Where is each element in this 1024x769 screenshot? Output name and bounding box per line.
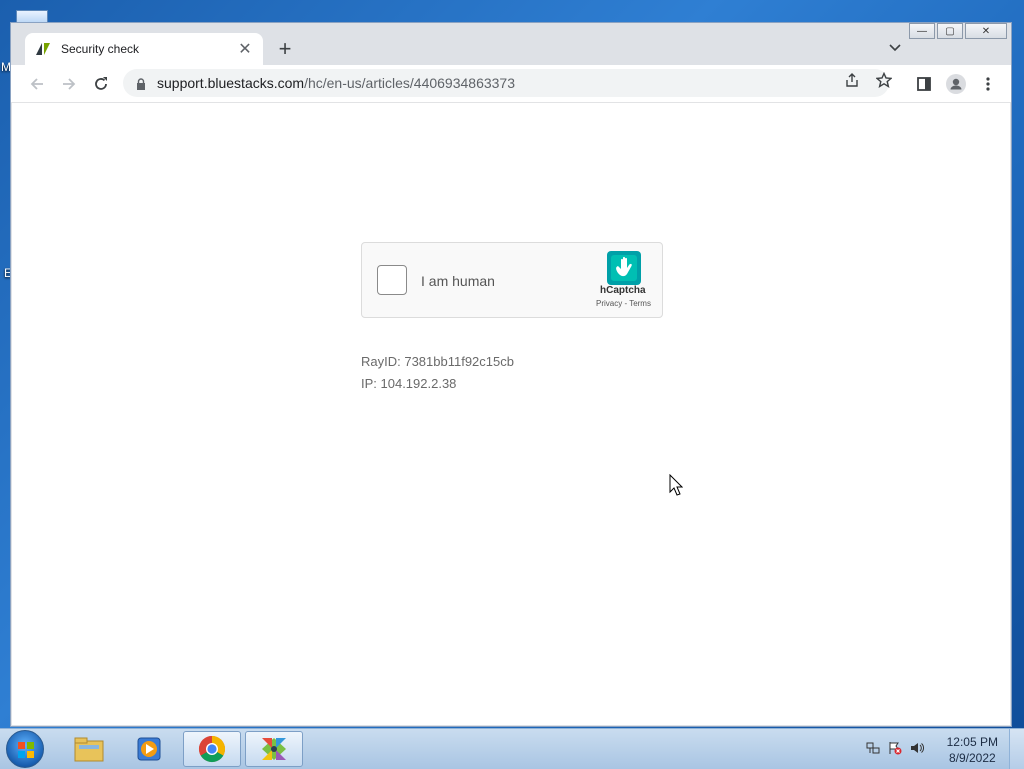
hcaptcha-widget: I am human hCaptcha Privacy - Terms bbox=[361, 242, 663, 318]
address-bar[interactable]: support.bluestacks.com/hc/en-us/articles… bbox=[123, 69, 889, 97]
action-center-flag-icon[interactable] bbox=[888, 741, 902, 755]
share-icon[interactable] bbox=[843, 71, 861, 89]
profile-icon[interactable] bbox=[945, 73, 967, 95]
browser-window: — ▢ ✕ Security check ✕ + support.bluesta… bbox=[10, 22, 1012, 727]
lock-icon[interactable] bbox=[135, 77, 147, 90]
tab-strip: Security check ✕ + bbox=[11, 23, 1011, 65]
captcha-checkbox[interactable] bbox=[377, 265, 407, 295]
volume-icon[interactable] bbox=[910, 741, 924, 755]
mouse-pointer-icon bbox=[669, 473, 684, 501]
network-icon[interactable] bbox=[866, 741, 880, 755]
ray-id: RayID: 7381bb11f92c15cb bbox=[361, 354, 514, 369]
tab-search-chevron-down-icon[interactable] bbox=[889, 41, 901, 55]
tab-close-button[interactable]: ✕ bbox=[237, 39, 253, 59]
url-host: support.bluestacks.com bbox=[157, 75, 305, 91]
request-info: RayID: 7381bb11f92c15cb IP: 104.192.2.38 bbox=[361, 351, 514, 395]
url-path: /hc/en-us/articles/4406934863373 bbox=[304, 75, 516, 91]
bluestacks-app-icon[interactable] bbox=[245, 731, 303, 767]
media-player-icon[interactable] bbox=[120, 731, 178, 767]
hcaptcha-logo-icon bbox=[607, 251, 641, 285]
system-tray bbox=[866, 741, 924, 755]
show-desktop-button[interactable] bbox=[1009, 729, 1024, 769]
file-explorer-icon[interactable] bbox=[60, 731, 118, 767]
arrow-right-icon[interactable] bbox=[57, 72, 81, 96]
tab-title: Security check bbox=[61, 42, 140, 56]
kebab-menu-icon[interactable] bbox=[977, 73, 999, 95]
zendesk-icon bbox=[35, 41, 51, 57]
hcaptcha-brand: hCaptcha bbox=[600, 285, 646, 296]
chrome-icon[interactable] bbox=[183, 731, 241, 767]
new-tab-button[interactable]: + bbox=[273, 38, 297, 62]
clock[interactable]: 12:05 PM 8/9/2022 bbox=[947, 734, 998, 766]
reload-icon[interactable] bbox=[89, 72, 113, 96]
captcha-links[interactable]: Privacy - Terms bbox=[596, 299, 651, 308]
ip-address: IP: 104.192.2.38 bbox=[361, 376, 457, 391]
taskbar: 12:05 PM 8/9/2022 bbox=[0, 728, 1024, 769]
side-panel-icon[interactable] bbox=[913, 73, 935, 95]
start-button[interactable] bbox=[6, 730, 44, 768]
page-content: I am human hCaptcha Privacy - Terms RayI… bbox=[12, 103, 1010, 725]
arrow-left-icon[interactable] bbox=[25, 72, 49, 96]
clock-date: 8/9/2022 bbox=[948, 751, 996, 765]
browser-toolbar: support.bluestacks.com/hc/en-us/articles… bbox=[11, 65, 1011, 103]
captcha-label: I am human bbox=[421, 273, 495, 289]
tab-security-check[interactable]: Security check ✕ bbox=[25, 33, 263, 65]
url-text: support.bluestacks.com/hc/en-us/articles… bbox=[157, 75, 515, 91]
windows-logo-icon bbox=[18, 742, 34, 758]
star-icon[interactable] bbox=[875, 71, 893, 89]
clock-time: 12:05 PM bbox=[946, 735, 998, 749]
